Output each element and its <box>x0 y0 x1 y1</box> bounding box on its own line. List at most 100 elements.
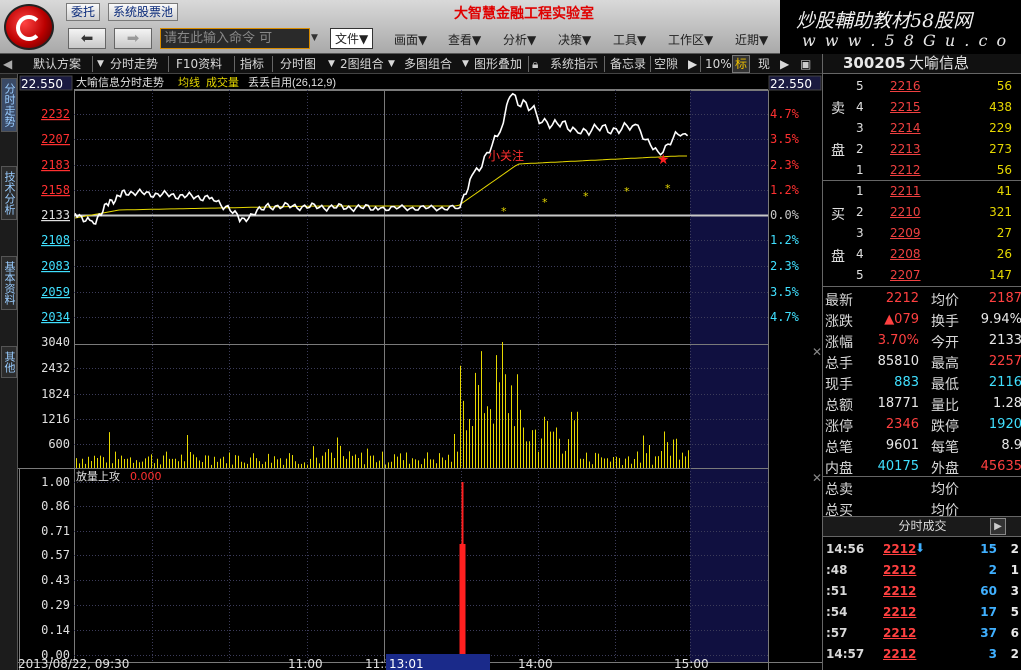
ask-row[interactable]: 5 2216 56 <box>853 76 1021 97</box>
left-arrow-icon[interactable]: ◀ <box>3 56 12 72</box>
toolbar-default-scheme[interactable]: 默认方案 <box>33 56 81 72</box>
app-logo-icon <box>4 4 54 50</box>
bid-level: 5 <box>856 268 864 282</box>
bid-row[interactable]: 4 2208 26 <box>853 244 1021 265</box>
toolbar-2chart[interactable]: 2图组合 <box>340 56 384 72</box>
tick-time: 14:57 <box>826 647 865 661</box>
menu-recent[interactable]: 近期▼ <box>735 31 768 48</box>
quote-value: 3.70% <box>877 333 919 348</box>
tick-time: :48 <box>826 563 848 577</box>
menu-workspace[interactable]: 工作区▼ <box>668 31 713 48</box>
toolbar-gap[interactable]: 空隙 <box>654 56 678 72</box>
chart-canvas[interactable]: * * * * * ★ 小关注 22.550 大喻信息分时走势 均线 成交量 丢… <box>18 74 822 670</box>
close-icon[interactable]: ✕ <box>812 345 822 359</box>
toolbar-now[interactable]: 现 <box>758 56 770 72</box>
pct-axis-label: 2.3% <box>770 259 800 273</box>
forward-arrow-icon[interactable]: ➡ <box>114 28 152 49</box>
ask-level: 5 <box>856 79 864 93</box>
tab-other[interactable]: 其他 <box>1 346 17 378</box>
ask-row[interactable]: 3 2214 229 <box>853 118 1021 139</box>
toolbar-sysindicator[interactable]: 系统指示 <box>550 56 598 72</box>
quote-row: 现手 883 最低 2116 <box>823 371 1021 393</box>
bid-volume: 27 <box>996 226 1012 240</box>
ask-row[interactable]: 1 2212 56 <box>853 160 1021 181</box>
bid-volume: 26 <box>996 247 1012 261</box>
menu-file[interactable]: 文件▼ <box>330 28 374 49</box>
menu-decision[interactable]: 决策▼ <box>558 31 591 48</box>
quote-row: 涨幅 3.70% 今开 2133 <box>823 329 1021 351</box>
ask-price[interactable]: 2216 <box>890 79 921 93</box>
chevron-down-icon[interactable]: ▼ <box>388 56 395 72</box>
chevron-down-icon[interactable]: ▼ <box>97 56 104 72</box>
expand-icon[interactable]: ▣ <box>800 56 811 72</box>
menu-screen[interactable]: 画面▼ <box>394 31 427 48</box>
time-label-1301: 13:01 <box>389 657 424 670</box>
toolbar-overlay[interactable]: 图形叠加 <box>474 56 522 72</box>
bid-row[interactable]: 5 2207 147 <box>853 265 1021 286</box>
quote-value: 85810 <box>877 354 919 369</box>
bid-level: 1 <box>856 184 864 198</box>
toolbar-f10[interactable]: F10资料 <box>176 56 222 72</box>
quote-row: 涨停 2346 跌停 1920 <box>823 413 1021 435</box>
ask-price[interactable]: 2214 <box>890 121 921 135</box>
toolbar-multichart[interactable]: 多图组合 <box>404 56 452 72</box>
chevron-down-icon[interactable]: ▼ <box>328 56 335 72</box>
bid-row[interactable]: 1 2211 41 <box>853 181 1021 202</box>
ask-row[interactable]: 2 2213 273 <box>853 139 1021 160</box>
tick-price: 2212 <box>883 647 917 661</box>
bid-price[interactable]: 2207 <box>890 268 921 282</box>
bid-price[interactable]: 2211 <box>890 184 921 198</box>
bid-price[interactable]: 2210 <box>890 205 921 219</box>
volume-bars <box>76 342 689 468</box>
menu-view[interactable]: 查看▼ <box>448 31 481 48</box>
bid-row[interactable]: 2 2210 321 <box>853 202 1021 223</box>
toolbar-timechart[interactable]: 分时图 <box>280 56 316 72</box>
back-arrow-icon[interactable]: ⬅ <box>68 28 106 49</box>
close-icon[interactable]: ✕ <box>812 471 822 485</box>
quote-row: 总卖 均价 <box>823 476 1021 498</box>
quote-key: 总额 <box>825 398 853 414</box>
bid-row[interactable]: 3 2209 27 <box>853 223 1021 244</box>
bid-volume: 41 <box>996 184 1012 198</box>
pct-axis-label: 1.2% <box>770 183 800 197</box>
lock-icon[interactable]: 🔒︎ <box>532 56 538 72</box>
ask-price[interactable]: 2212 <box>890 163 921 177</box>
tick-time: :57 <box>826 626 848 640</box>
delegate-button[interactable]: 委托 <box>66 3 101 21</box>
brand-line-1: 炒股輔助教材58股网 <box>796 10 973 32</box>
intraday-chart[interactable]: * * * * * ★ 小关注 22.550 大喻信息分时走势 均线 成交量 丢… <box>18 74 822 670</box>
right-arrow-icon[interactable]: ▶ <box>780 56 789 72</box>
volume-axis-label: 3040 <box>41 335 70 349</box>
signal-marker: * <box>583 190 589 203</box>
toolbar-indicator[interactable]: 指标 <box>240 56 264 72</box>
tick-volume: 2 <box>988 563 997 577</box>
pct-axis-label: 3.5% <box>770 132 800 146</box>
toolbar-memo[interactable]: 备忘录 <box>610 56 646 72</box>
tick-count: 1 <box>1010 563 1019 577</box>
tab-timeshare[interactable]: 分时走势 <box>1 78 17 132</box>
quote-value: 2133 <box>988 333 1021 348</box>
play-arrow-icon[interactable]: ▶ <box>990 518 1006 535</box>
tick-header: 分时成交 ▶ <box>823 516 1021 537</box>
quote-row: 最新 2212 均价 2187 <box>823 287 1021 309</box>
play-arrow-icon[interactable]: ▶ <box>688 56 697 72</box>
toolbar-mark[interactable]: 标 <box>732 55 751 73</box>
ask-row[interactable]: 4 2215 438 <box>853 97 1021 118</box>
tab-technical[interactable]: 技术分析 <box>1 166 17 220</box>
toolbar-10pct[interactable]: 10% <box>705 56 732 72</box>
toolbar-timeshare[interactable]: 分时走势 <box>110 56 158 72</box>
pct-axis-label: 1.2% <box>770 233 800 247</box>
bid-price[interactable]: 2208 <box>890 247 921 261</box>
tab-fundamentals[interactable]: 基本资料 <box>1 256 17 310</box>
menu-analysis[interactable]: 分析▼ <box>503 31 536 48</box>
ask-price[interactable]: 2215 <box>890 100 921 114</box>
chevron-down-icon[interactable]: ▼ <box>311 33 318 43</box>
command-input[interactable]: 请在此输入命令 可 <box>160 28 310 49</box>
stock-pool-button[interactable]: 系统股票池 <box>108 3 179 21</box>
menu-tools[interactable]: 工具▼ <box>613 31 646 48</box>
bid-price[interactable]: 2209 <box>890 226 921 240</box>
ask-price[interactable]: 2213 <box>890 142 921 156</box>
chevron-down-icon[interactable]: ▼ <box>462 56 469 72</box>
indicator-axis-label: 0.14 <box>41 623 70 637</box>
quote-key: 外盘 <box>931 461 959 477</box>
